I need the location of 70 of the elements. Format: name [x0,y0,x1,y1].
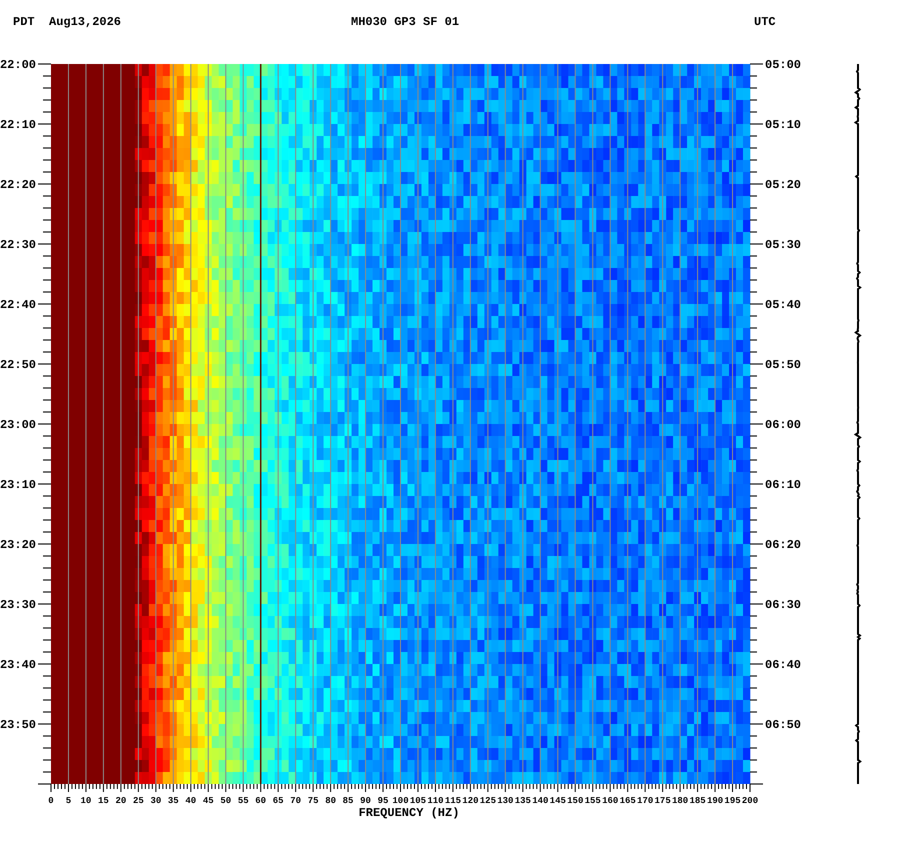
date-label: Aug13,2026 [49,15,122,29]
frequency-tick-label: 25 [132,796,144,806]
frequency-tick-label: 195 [724,796,741,806]
frequency-tick-label: 5 [66,796,72,806]
frequency-tick-label: 180 [672,796,688,806]
frequency-tick-label: 170 [637,796,654,806]
frequency-tick-label: 115 [444,796,462,806]
frequency-tick-label: 55 [238,796,249,806]
frequency-tick-label: 35 [168,796,179,806]
frequency-tick-label: 100 [392,796,409,806]
frequency-tick-label: 200 [742,796,758,806]
frequency-tick-label: 175 [654,796,671,806]
frequency-tick-label: 80 [325,796,336,806]
time-label: 22:20 [0,178,36,192]
time-label: 06:30 [765,598,802,612]
frequency-tick-label: 130 [497,796,514,806]
timezone-label: PDT [13,15,36,29]
frequency-tick-label: 145 [550,796,566,806]
time-label: 06:50 [765,718,802,732]
frequency-tick-label: 125 [480,796,496,806]
time-label: 22:30 [0,238,36,252]
frequency-tick-label: 15 [98,796,109,806]
time-label: 05:50 [765,358,802,372]
frequency-tick-label: 40 [185,796,196,806]
frequency-tick-label: 45 [202,796,214,806]
frequency-tick-label: 50 [220,796,232,806]
station-title: MH030 GP3 SF 01 [351,15,460,29]
time-label: 05:20 [765,178,802,192]
frequency-tick-label: 185 [689,796,706,806]
time-label: 22:00 [0,58,36,72]
frequency-tick-label: 120 [462,796,478,806]
frequency-tick-label: 65 [272,796,284,806]
frequency-tick-label: 165 [620,796,636,806]
time-label: 05:00 [765,58,802,72]
axis-title: FREQUENCY (HZ) [358,806,460,820]
frequency-tick-label: 95 [378,796,388,806]
time-label: 06:40 [765,658,802,672]
time-label: 06:10 [765,478,802,492]
frequency-tick-label: 75 [308,796,319,806]
time-label: 23:40 [0,658,36,672]
time-label: 06:20 [765,538,802,552]
time-label: 22:40 [0,298,36,312]
time-label: 23:00 [0,418,36,432]
frequency-tick-label: 30 [150,796,162,806]
frequency-tick-label: 190 [706,796,724,806]
time-label: 06:00 [765,418,802,432]
time-label: 05:10 [765,118,802,132]
frequency-tick-label: 135 [514,796,531,806]
frequency-tick-label: 140 [532,796,548,806]
time-label: 23:50 [0,718,36,732]
frequency-tick-label: 105 [410,796,426,806]
time-label: 22:50 [0,358,36,372]
time-label: 05:30 [765,238,802,252]
frequency-tick-label: 150 [567,796,584,806]
frequency-tick-label: 155 [584,796,601,806]
timezone-label: UTC [754,15,777,29]
time-label: 22:10 [0,118,36,132]
frequency-tick-label: 85 [342,796,354,806]
frequency-tick-label: 160 [602,796,618,806]
time-label: 05:40 [765,298,802,312]
frequency-tick-label: 10 [80,796,92,806]
frequency-tick-label: 90 [360,796,371,806]
time-label: 23:10 [0,478,36,492]
time-label: 23:30 [0,598,36,612]
frequency-tick-label: 70 [290,796,302,806]
time-label: 23:20 [0,538,36,552]
frequency-tick-label: 20 [116,796,126,806]
frequency-tick-label: 60 [255,796,266,806]
frequency-tick-label: 0 [48,796,54,806]
frequency-tick-label: 110 [427,796,444,806]
